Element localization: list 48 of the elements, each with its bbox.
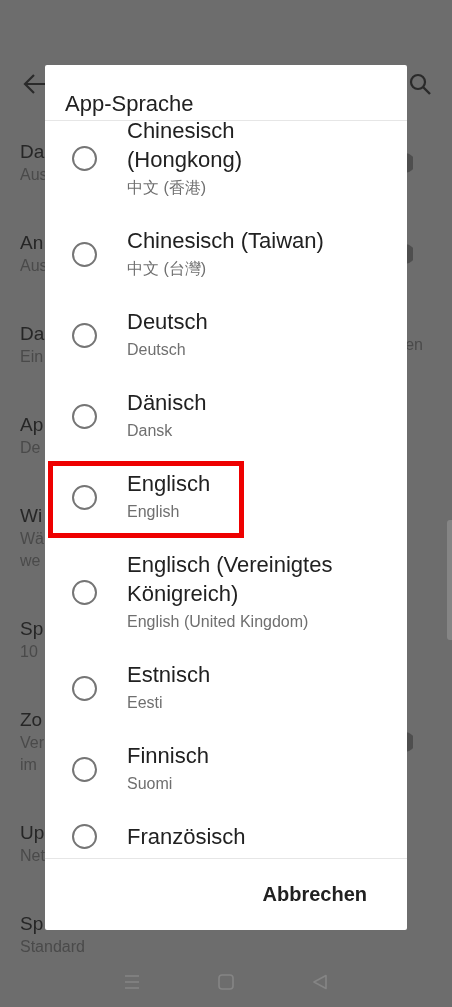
setting-title: Up bbox=[20, 821, 45, 845]
language-name: Finnisch bbox=[127, 742, 209, 770]
radio-button[interactable] bbox=[72, 146, 97, 171]
language-name: Deutsch bbox=[127, 308, 208, 336]
native-name: Dansk bbox=[127, 421, 174, 441]
language-option[interactable]: Deutsch Deutsch bbox=[45, 295, 407, 376]
cancel-button[interactable]: Abbrechen bbox=[252, 875, 377, 914]
language-option[interactable]: Englisch (Vereinigtes Königreich) English (United Kingdom) bbox=[45, 538, 407, 648]
language-option[interactable]: Englisch English bbox=[45, 457, 407, 538]
setting-title: An bbox=[20, 231, 45, 255]
radio-button[interactable] bbox=[72, 322, 97, 348]
language-option[interactable]: Französisch bbox=[45, 810, 407, 858]
native-name: English bbox=[127, 502, 181, 522]
setting-title: Da bbox=[20, 322, 45, 346]
setting-title: Wi bbox=[20, 504, 44, 528]
language-name: Chinesisch (Hongkong) bbox=[127, 121, 243, 174]
language-option[interactable]: Finnisch Suomi bbox=[45, 729, 407, 810]
search-icon[interactable] bbox=[408, 71, 432, 96]
language-name: Französisch bbox=[127, 823, 246, 851]
setting-title: Sp bbox=[20, 912, 45, 936]
radio-button[interactable] bbox=[72, 675, 97, 701]
setting-title: Sp bbox=[20, 617, 44, 641]
setting-title: Da bbox=[20, 140, 46, 164]
language-option[interactable]: Dänisch Dansk bbox=[45, 376, 407, 457]
native-name: 中文 (香港) bbox=[127, 178, 208, 198]
radio-button[interactable] bbox=[72, 403, 97, 429]
radio-button[interactable] bbox=[72, 484, 97, 510]
native-name: English (United Kingdom) bbox=[127, 612, 310, 632]
language-name: Englisch (Vereinigtes Königreich) bbox=[127, 551, 334, 608]
back-icon[interactable] bbox=[22, 72, 48, 95]
language-option[interactable]: Estnisch Eesti bbox=[45, 648, 407, 729]
setting-title: Zo bbox=[20, 708, 44, 732]
radio-button[interactable] bbox=[72, 824, 97, 849]
language-name: Estnisch bbox=[127, 661, 211, 689]
native-name: Suomi bbox=[127, 774, 174, 794]
native-name: 中文 (台灣) bbox=[127, 259, 208, 279]
language-name: Chinesisch (Taiwan) bbox=[127, 227, 324, 255]
native-name: Eesti bbox=[127, 693, 164, 713]
radio-button[interactable] bbox=[72, 580, 97, 605]
language-option[interactable]: Chinesisch (Hongkong) 中文 (香港) bbox=[45, 121, 407, 214]
language-name: Dänisch bbox=[127, 389, 207, 417]
native-name: Deutsch bbox=[127, 340, 187, 360]
language-option[interactable]: Chinesisch (Taiwan) 中文 (台灣) bbox=[45, 214, 407, 295]
language-name: Englisch bbox=[127, 470, 211, 498]
setting-title: Ap bbox=[20, 413, 44, 437]
radio-button[interactable] bbox=[72, 241, 97, 267]
dialog-title: App-Sprache bbox=[45, 65, 407, 121]
radio-button[interactable] bbox=[72, 756, 97, 782]
